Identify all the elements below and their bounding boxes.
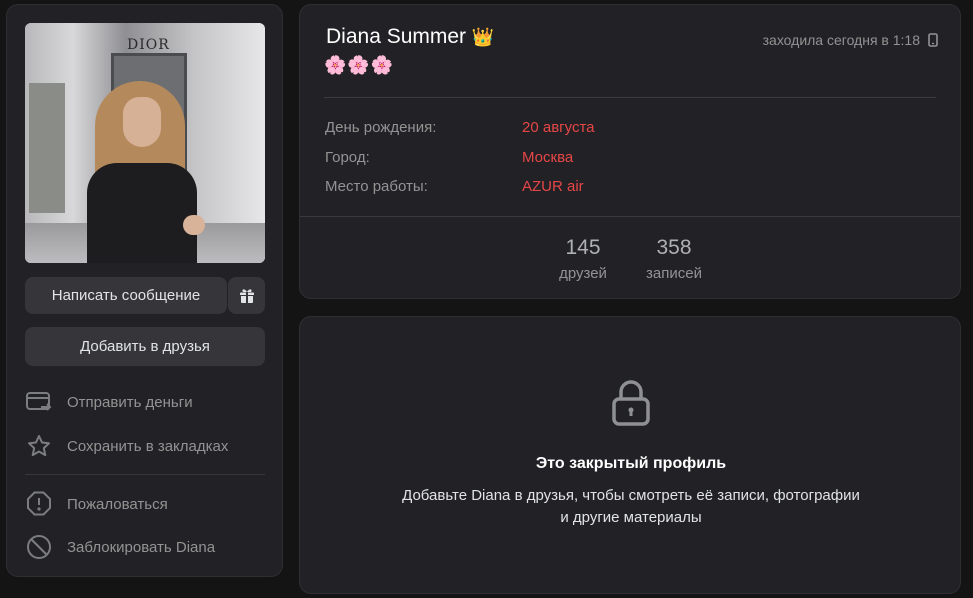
- report-action[interactable]: Пожаловаться: [25, 489, 265, 519]
- profile-photo[interactable]: DIOR: [25, 23, 265, 263]
- city-label: Город:: [325, 149, 370, 166]
- workplace-label: Место работы:: [325, 178, 428, 195]
- send-message-button[interactable]: Написать сообщение: [25, 277, 227, 314]
- block-label: Заблокировать Diana: [67, 538, 216, 556]
- mobile-phone-icon: [928, 33, 938, 47]
- profile-info-card: Diana Summer 👑 🌸🌸🌸 заходила сегодня в 1:…: [299, 4, 961, 299]
- last-seen: заходила сегодня в 1:18: [763, 32, 938, 48]
- private-profile-text: Добавьте Diana в друзья, чтобы смотреть …: [402, 487, 860, 526]
- photo-face: [123, 97, 161, 147]
- bookmark-action[interactable]: Сохранить в закладках: [25, 431, 265, 461]
- lock-icon: [612, 380, 650, 426]
- profile-name: Diana Summer 👑: [326, 25, 494, 49]
- gift-icon: [239, 288, 254, 303]
- photo-window: [29, 83, 65, 213]
- add-friend-button[interactable]: Добавить в друзья: [25, 327, 265, 366]
- send-money-label: Отправить деньги: [67, 393, 193, 411]
- last-seen-text: заходила сегодня в 1:18: [762, 32, 920, 48]
- photo-jacket: [87, 163, 197, 263]
- bookmark-label: Сохранить в закладках: [67, 437, 229, 455]
- friends-label: друзей: [559, 265, 607, 282]
- warning-octagon-icon: [25, 490, 53, 518]
- private-profile-title: Это закрытый профиль: [535, 455, 727, 472]
- crown-icon: 👑: [471, 27, 495, 47]
- posts-count: 358: [656, 236, 692, 259]
- friends-count: 145: [565, 236, 601, 259]
- report-label: Пожаловаться: [67, 495, 168, 513]
- block-action[interactable]: Заблокировать Diana: [25, 532, 265, 562]
- private-profile-card: Это закрытый профиль Добавьте Diana в др…: [299, 316, 961, 594]
- stats-divider: [300, 216, 960, 217]
- profile-name-text: Diana Summer: [326, 25, 467, 48]
- birthday-value[interactable]: 20 августа: [522, 119, 595, 136]
- send-money-action[interactable]: Отправить деньги: [25, 387, 265, 417]
- profile-sidebar: DIOR Написать сообщение Добавить в друзь…: [6, 4, 283, 577]
- info-divider: [324, 97, 936, 98]
- photo-hand: [183, 215, 205, 235]
- profile-status: 🌸🌸🌸: [324, 55, 395, 75]
- wallet-transfer-icon: [25, 388, 53, 416]
- birthday-label: День рождения:: [325, 119, 437, 136]
- star-icon: [25, 432, 53, 460]
- city-value[interactable]: Москва: [522, 149, 573, 166]
- gift-button[interactable]: [228, 277, 265, 314]
- block-icon: [25, 533, 53, 561]
- workplace-value[interactable]: AZUR air: [522, 178, 584, 195]
- actions-divider: [25, 474, 265, 475]
- photo-shop-sign: DIOR: [127, 37, 170, 53]
- posts-label: записей: [646, 265, 702, 282]
